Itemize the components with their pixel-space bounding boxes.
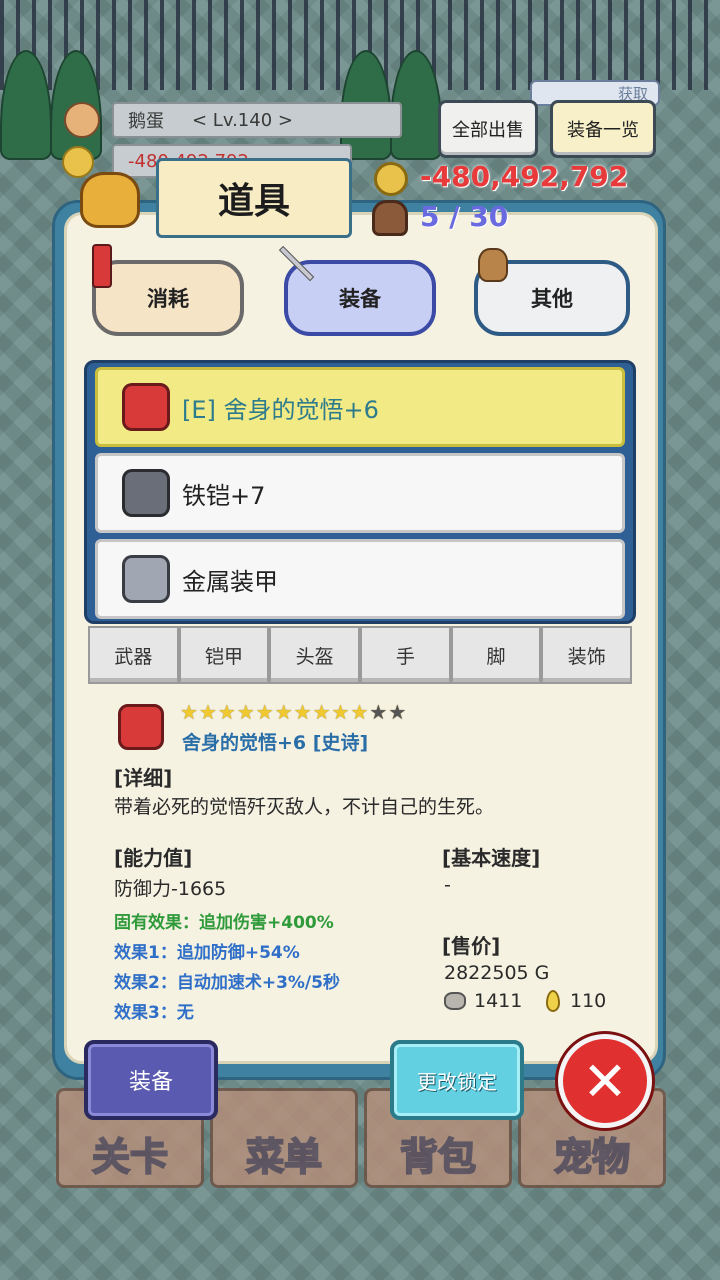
list-item[interactable]: [E] 舍身的觉悟+6 (95, 367, 625, 447)
star-empty-icon: ★ (388, 700, 408, 724)
pouch-icon (478, 248, 508, 282)
red-armor-icon (122, 383, 170, 431)
coin-icon (374, 162, 408, 196)
list-item[interactable]: 铁铠+7 (95, 453, 625, 533)
list-item[interactable]: 金属装甲 (95, 539, 625, 619)
item-name: 铁铠+7 (182, 481, 266, 510)
tab-helmet[interactable]: 头盔 (269, 626, 361, 684)
price-value: 2822505 G (444, 962, 550, 984)
coin-icon (62, 146, 94, 178)
panel-title-text: 道具 (217, 181, 290, 222)
tab-label: 脚 (486, 645, 506, 668)
star-filled-icon: ★ (236, 700, 256, 724)
star-filled-icon: ★ (255, 700, 275, 724)
backpack-icon (372, 200, 408, 236)
effect-2: 效果2：自动加速术+3%/5秒 (114, 973, 340, 993)
gold-amount: -480,492,792 (420, 160, 629, 193)
star-filled-icon: ★ (293, 700, 313, 724)
tab-label: 头盔 (295, 645, 334, 668)
tab-armor[interactable]: 铠甲 (178, 626, 270, 684)
iron-armor-icon (122, 469, 170, 517)
item-name: [E] 舍身的觉悟+6 (182, 395, 379, 424)
star-filled-icon: ★ (331, 700, 351, 724)
avatar (64, 102, 100, 138)
ore-count: 1411 (474, 990, 523, 1012)
effect-3: 效果3：无 (114, 1003, 194, 1023)
slot-tabs: 武器 铠甲 头盔 手 脚 装饰 (88, 626, 633, 684)
item-list: [E] 舍身的觉悟+6 铁铠+7 金属装甲 (84, 360, 636, 624)
speed-value: - (444, 874, 451, 896)
nav-label: 背包 (399, 1134, 477, 1180)
star-filled-icon: ★ (312, 700, 332, 724)
stats-header: [能力值] (114, 846, 193, 870)
category-consumable-button[interactable]: 消耗 (92, 260, 244, 336)
item-name: 金属装甲 (182, 567, 278, 596)
rarity-stars: ★★★★★★★★★★★★ (180, 700, 407, 724)
sell-all-label: 全部出售 (452, 120, 524, 141)
tab-label: 铠甲 (205, 645, 244, 668)
tab-foot[interactable]: 脚 (450, 626, 542, 684)
defense-stat: 防御力-1665 (114, 878, 227, 900)
tab-weapon[interactable]: 武器 (88, 626, 179, 684)
nav-menu-button[interactable]: 菜单 (210, 1088, 358, 1188)
change-lock-button[interactable]: 更改锁定 (390, 1040, 524, 1120)
star-filled-icon: ★ (180, 700, 199, 724)
sell-all-button[interactable]: 全部出售 (438, 100, 538, 158)
equip-button[interactable]: 装备 (84, 1040, 218, 1120)
drop-count: 110 (570, 990, 607, 1012)
star-filled-icon: ★ (274, 700, 294, 724)
star-filled-icon: ★ (198, 700, 218, 724)
drop-icon (546, 990, 560, 1012)
tab-label: 装饰 (567, 645, 606, 668)
change-lock-label: 更改锁定 (417, 1069, 497, 1094)
price-header: [售价] (442, 934, 501, 958)
category-label: 其他 (531, 287, 573, 311)
bag-icon (80, 172, 140, 228)
tab-hand[interactable]: 手 (360, 626, 451, 684)
red-armor-icon (118, 704, 164, 750)
category-label: 消耗 (147, 287, 189, 311)
tab-label: 武器 (114, 645, 153, 668)
panel-title: 道具 (156, 158, 352, 238)
equip-label: 装备 (128, 1070, 173, 1095)
nav-label: 宠物 (553, 1134, 631, 1180)
tab-label: 手 (395, 645, 415, 668)
effect-1: 效果1：追加防御+54% (114, 943, 300, 963)
item-title: 舍身的觉悟+6 [史诗] (182, 732, 369, 754)
close-button[interactable]: ✕ (558, 1034, 652, 1128)
player-name: 鹅蛋 (128, 111, 164, 132)
ore-icon (444, 992, 466, 1010)
star-filled-icon: ★ (217, 700, 237, 724)
star-empty-icon: ★ (369, 700, 389, 724)
item-description: 带着必死的觉悟歼灭敌人，不计自己的生死。 (114, 796, 495, 818)
close-icon: ✕ (582, 1049, 628, 1113)
category-label: 装备 (339, 287, 381, 311)
potion-icon (92, 244, 112, 288)
player-name-bar: 鹅蛋 < Lv.140 > (112, 102, 402, 138)
detail-header: [详细] (114, 766, 173, 790)
equip-list-button[interactable]: 装备一览 (550, 100, 656, 158)
star-filled-icon: ★ (350, 700, 370, 724)
inherent-effect: 固有效果：追加伤害+400% (114, 913, 334, 933)
capacity-count: 5 / 30 (420, 200, 509, 233)
equip-list-label: 装备一览 (567, 120, 639, 141)
player-level: < Lv.140 > (192, 109, 293, 131)
metal-armor-icon (122, 555, 170, 603)
nav-label: 菜单 (245, 1134, 323, 1180)
nav-label: 关卡 (91, 1134, 169, 1180)
speed-header: [基本速度] (442, 846, 541, 870)
tab-accessory[interactable]: 装饰 (541, 626, 633, 684)
